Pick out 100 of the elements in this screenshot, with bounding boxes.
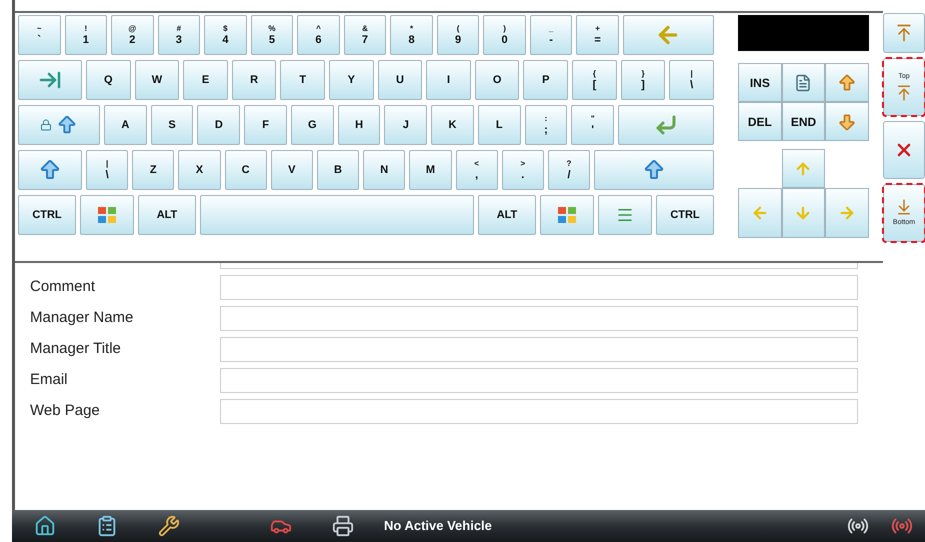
keyboard-key[interactable]: G: [290, 105, 334, 145]
space-key[interactable]: [200, 195, 474, 235]
keyboard-key[interactable]: < ,: [456, 150, 498, 190]
keyboard-key[interactable]: * 8: [390, 15, 433, 55]
keyboard-key[interactable]: " ': [571, 105, 614, 145]
keyboard-key[interactable]: # 3: [158, 15, 200, 55]
backspace-key[interactable]: [622, 15, 714, 55]
keyboard-key[interactable]: Y: [329, 60, 374, 100]
keyboard-key[interactable]: | \: [669, 60, 714, 100]
keyboard-key[interactable]: U: [378, 60, 422, 100]
keyboard-key[interactable]: ! 1: [64, 15, 108, 55]
keyboard-key[interactable]: S: [150, 105, 194, 145]
up-arrow-icon: [895, 84, 913, 102]
up-arrow-icon: [56, 114, 78, 136]
right-arrow-key[interactable]: [825, 188, 869, 238]
right-arrow-icon: [838, 204, 856, 222]
keyboard-key[interactable]: L: [478, 105, 521, 145]
wrench-icon[interactable]: [158, 515, 180, 537]
keyboard-key[interactable]: CTRL: [656, 195, 714, 235]
keyboard-key[interactable]: ? /: [548, 150, 590, 190]
keyboard-key[interactable]: % 5: [250, 15, 294, 55]
shift-key[interactable]: [594, 150, 714, 190]
up-arrow-icon: [837, 72, 858, 92]
text-field[interactable]: [220, 306, 858, 331]
text-field[interactable]: [220, 337, 858, 362]
keyboard-key[interactable]: } ]: [620, 60, 666, 100]
keyboard-key[interactable]: T: [280, 60, 326, 100]
enter-arrow-icon: [654, 113, 678, 137]
keyboard-key[interactable]: CTRL: [18, 195, 76, 235]
keyboard-key[interactable]: E: [183, 60, 228, 100]
keyboard-key[interactable]: & 7: [344, 15, 386, 55]
tab-key[interactable]: [18, 60, 82, 100]
page-down-key[interactable]: [825, 102, 869, 141]
keyboard-key[interactable]: O: [474, 60, 520, 100]
caps-lock-key[interactable]: [18, 105, 100, 145]
up-arrow-icon: [38, 158, 62, 182]
menu-icon: [616, 206, 634, 224]
keyboard-key[interactable]: INS: [738, 63, 782, 102]
keyboard-key[interactable]: X: [178, 150, 221, 190]
vehicle-status: No Active Vehicle: [384, 517, 492, 536]
keyboard-key[interactable]: DEL: [738, 102, 782, 141]
keyboard-key[interactable]: K: [431, 105, 474, 145]
dock-keyboard-button[interactable]: [883, 13, 925, 53]
keyboard-key[interactable]: H: [338, 105, 380, 145]
keyboard-key[interactable]: ALT: [138, 195, 196, 235]
text-field[interactable]: [220, 275, 858, 300]
keyboard-key[interactable]: F: [244, 105, 287, 145]
keyboard-key[interactable]: ( 9: [436, 15, 480, 55]
keyboard-key[interactable]: R: [232, 60, 276, 100]
field-label: Manager Name: [30, 308, 134, 328]
field-label: Email: [30, 370, 69, 390]
keyboard-key[interactable]: > .: [502, 150, 544, 190]
keyboard-key[interactable]: A: [104, 105, 147, 145]
keyboard-key[interactable]: ALT: [478, 195, 536, 235]
page-up-key[interactable]: [825, 63, 869, 102]
enter-key[interactable]: [618, 105, 714, 145]
keyboard-key[interactable]: { [: [572, 60, 617, 100]
keyboard-key[interactable]: @ 2: [111, 15, 154, 55]
keyboard-key[interactable]: _ -: [530, 15, 572, 55]
text-field[interactable]: [220, 368, 858, 393]
close-keyboard-button[interactable]: [883, 121, 925, 179]
keyboard-key[interactable]: | \: [86, 150, 128, 190]
home-icon[interactable]: [34, 515, 56, 537]
text-field[interactable]: [220, 263, 858, 269]
lock-icon: [40, 119, 52, 131]
keyboard-key[interactable]: J: [384, 105, 428, 145]
windows-key[interactable]: [80, 195, 134, 235]
list-icon[interactable]: [96, 515, 118, 537]
menu-key[interactable]: [598, 195, 652, 235]
keyboard-key[interactable]: P: [523, 60, 568, 100]
keyboard-key[interactable]: Q: [86, 60, 131, 100]
keyboard-key[interactable]: V: [270, 150, 313, 190]
keyboard-key[interactable]: END: [782, 102, 826, 141]
text-field[interactable]: [220, 399, 858, 424]
keyboard-key[interactable]: D: [197, 105, 240, 145]
keyboard-key[interactable]: W: [134, 60, 180, 100]
shift-key[interactable]: [18, 150, 82, 190]
windows-key[interactable]: [540, 195, 594, 235]
keyboard-key[interactable]: B: [316, 150, 360, 190]
keyboard-key[interactable]: ~ `: [18, 15, 61, 55]
keyboard-key[interactable]: I: [426, 60, 471, 100]
keyboard-key[interactable]: ^ 6: [297, 15, 340, 55]
keyboard-key[interactable]: $ 4: [204, 15, 247, 55]
document-icon: [794, 74, 812, 92]
down-arrow-key[interactable]: [782, 188, 826, 238]
printer-icon[interactable]: [332, 515, 354, 537]
field-label: Web Page: [30, 401, 101, 422]
down-arrow-icon: [794, 204, 812, 222]
up-arrow-key[interactable]: [782, 149, 826, 188]
left-arrow-key[interactable]: [738, 188, 782, 238]
keyboard-key[interactable]: + =: [576, 15, 619, 55]
down-arrow-icon: [837, 112, 858, 132]
keyboard-key[interactable]: M: [409, 150, 452, 190]
down-arrow-icon: [895, 198, 913, 216]
keyboard-key[interactable]: C: [224, 150, 267, 190]
keyboard-key[interactable]: N: [363, 150, 406, 190]
keyboard-key[interactable]: ) 0: [483, 15, 526, 55]
keyboard-key[interactable]: : ;: [524, 105, 568, 145]
field-label: Comment: [30, 277, 96, 298]
keyboard-key[interactable]: Z: [132, 150, 174, 190]
